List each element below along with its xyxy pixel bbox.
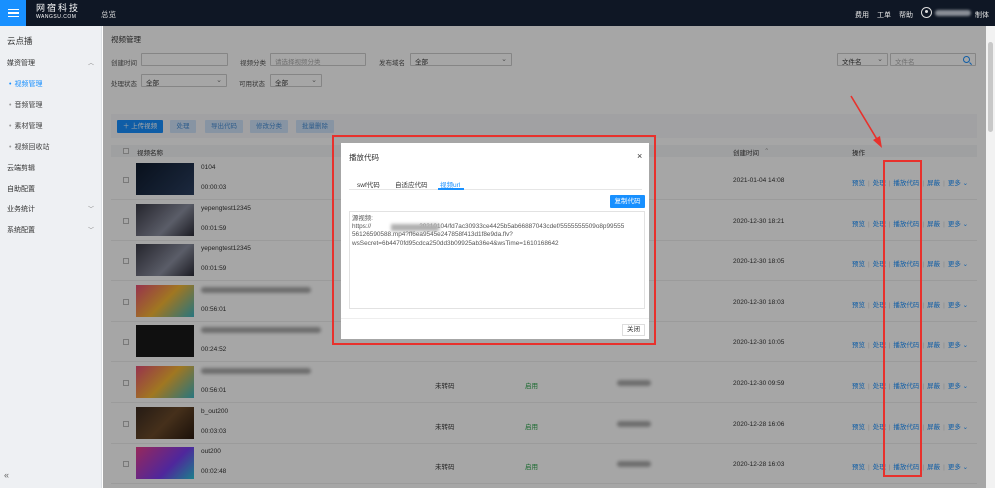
annotation-arrow <box>850 95 882 148</box>
